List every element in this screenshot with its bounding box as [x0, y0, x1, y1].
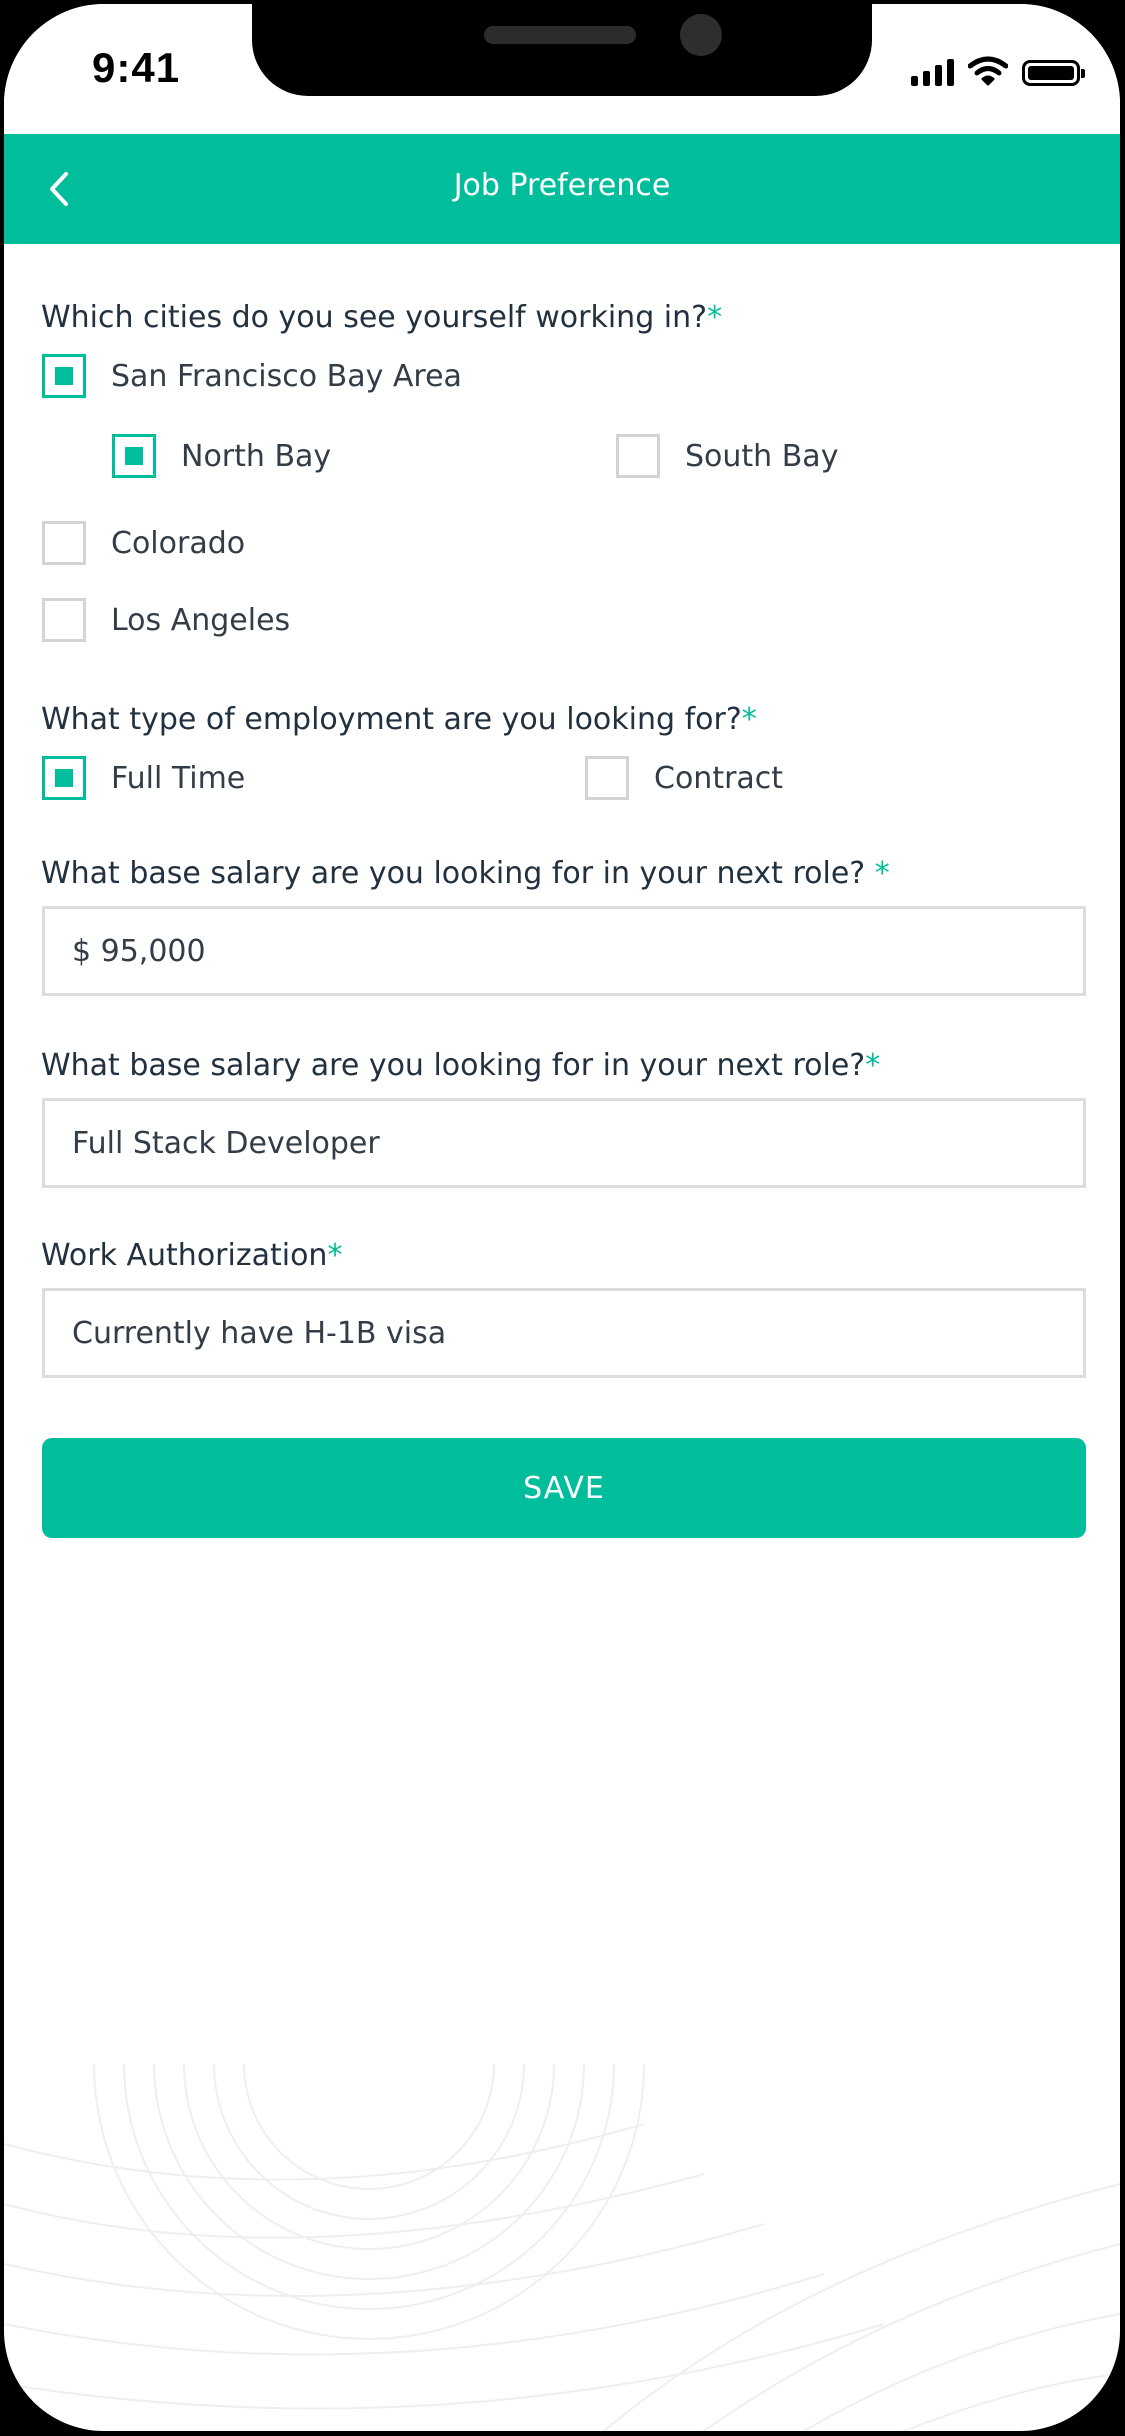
- background-pattern: [4, 2064, 1120, 2431]
- device-notch: [252, 4, 872, 96]
- cities-question: Which cities do you see yourself working…: [41, 300, 722, 335]
- checkbox-option-los-angeles[interactable]: Los Angeles: [42, 598, 290, 642]
- required-asterisk: *: [707, 300, 723, 335]
- checkbox-south-bay[interactable]: [616, 434, 660, 478]
- checkbox-option-sf-bay-area[interactable]: San Francisco Bay Area: [42, 354, 462, 398]
- employment-question-text: What type of employment are you looking …: [41, 702, 742, 737]
- role-question: What base salary are you looking for in …: [41, 1048, 880, 1083]
- checkbox-option-south-bay[interactable]: South Bay: [616, 434, 838, 478]
- role-question-text: What base salary are you looking for in …: [41, 1048, 866, 1083]
- status-time: 9:41: [92, 44, 181, 91]
- front-camera: [680, 14, 722, 56]
- page-title: Job Preference: [453, 168, 671, 203]
- checkbox-label-los-angeles: Los Angeles: [111, 602, 291, 638]
- checkbox-label-north-bay: North Bay: [181, 438, 332, 474]
- checkbox-colorado[interactable]: [42, 521, 86, 565]
- checkbox-label-contract: Contract: [654, 760, 784, 796]
- required-asterisk: *: [327, 1238, 343, 1273]
- checkbox-contract[interactable]: [585, 756, 629, 800]
- checkbox-option-colorado[interactable]: Colorado: [42, 521, 245, 565]
- wifi-icon: [968, 56, 1008, 86]
- cellular-signal-icon: [911, 58, 954, 86]
- employment-question: What type of employment are you looking …: [41, 702, 757, 737]
- checkbox-sf-bay-area[interactable]: [42, 354, 86, 398]
- phone-screen: 9:41 Job Preference Which cities do you …: [4, 4, 1120, 2431]
- checkbox-label-full-time: Full Time: [111, 760, 246, 796]
- work-authorization-question-text: Work Authorization: [41, 1238, 328, 1273]
- cities-question-text: Which cities do you see yourself working…: [41, 300, 708, 335]
- salary-input[interactable]: [42, 906, 1086, 996]
- checkbox-label-sf-bay-area: San Francisco Bay Area: [111, 358, 462, 394]
- checkbox-option-north-bay[interactable]: North Bay: [112, 434, 331, 478]
- required-asterisk: *: [865, 1048, 881, 1083]
- salary-question: What base salary are you looking for in …: [41, 856, 890, 891]
- app-header: Job Preference: [4, 134, 1120, 244]
- work-authorization-input[interactable]: [42, 1288, 1086, 1378]
- checkbox-full-time[interactable]: [42, 756, 86, 800]
- required-asterisk: *: [741, 702, 757, 737]
- checkbox-label-south-bay: South Bay: [685, 438, 839, 474]
- battery-icon: [1022, 60, 1085, 86]
- system-icons: [911, 56, 1085, 86]
- checkbox-label-colorado: Colorado: [111, 525, 246, 561]
- speaker-grille: [484, 26, 636, 44]
- required-asterisk: *: [874, 856, 890, 891]
- checkbox-option-full-time[interactable]: Full Time: [42, 756, 245, 800]
- role-input[interactable]: [42, 1098, 1086, 1188]
- checkbox-los-angeles[interactable]: [42, 598, 86, 642]
- work-authorization-question: Work Authorization*: [41, 1238, 342, 1273]
- save-button[interactable]: SAVE: [42, 1438, 1086, 1538]
- checkbox-north-bay[interactable]: [112, 434, 156, 478]
- checkbox-option-contract[interactable]: Contract: [585, 756, 783, 800]
- salary-question-text: What base salary are you looking for in …: [41, 856, 875, 891]
